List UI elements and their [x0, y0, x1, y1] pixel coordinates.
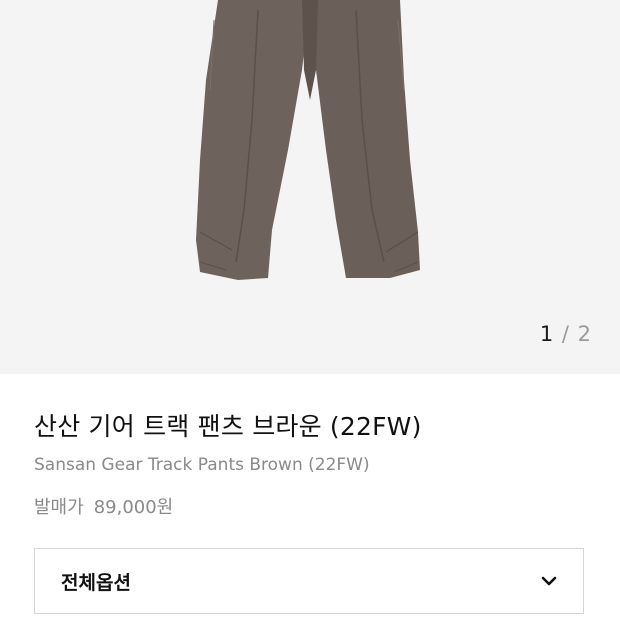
- pager-total: 2: [577, 322, 592, 346]
- product-page: 1 / 2 산산 기어 트랙 팬츠 브라운 (22FW) Sansan Gear…: [0, 0, 620, 620]
- product-title: 산산 기어 트랙 팬츠 브라운 (22FW): [34, 412, 422, 441]
- image-pager: 1 / 2: [540, 322, 592, 346]
- chevron-down-icon: [541, 576, 557, 586]
- product-info: 산산 기어 트랙 팬츠 브라운 (22FW) Sansan Gear Track…: [34, 374, 586, 520]
- price-value: 89,000원: [93, 497, 174, 518]
- price-label: 발매가: [34, 497, 84, 518]
- pager-current: 1: [539, 322, 555, 346]
- option-select-label: 전체옵션: [61, 572, 131, 594]
- pants-right-leg: [310, 0, 420, 278]
- product-image-carousel[interactable]: 1 / 2: [0, 0, 620, 374]
- product-subtitle: Sansan Gear Track Pants Brown (22FW): [34, 455, 370, 475]
- release-price-row: 발매가 89,000원: [34, 496, 586, 520]
- product-image: [196, 0, 420, 280]
- option-select-dropdown[interactable]: 전체옵션: [34, 548, 584, 614]
- pager-separator: /: [554, 322, 578, 346]
